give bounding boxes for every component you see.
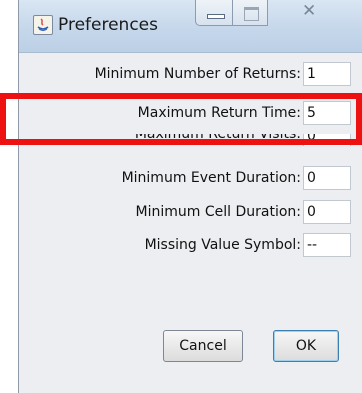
field-label: Minimum Event Duration: (121, 170, 301, 186)
maximize-button[interactable] (232, 0, 268, 26)
field-row-missing-value: Missing Value Symbol: -- (19, 233, 362, 259)
title-bar[interactable]: Preferences ✕ (19, 0, 362, 53)
minimize-button[interactable] (195, 0, 233, 26)
close-button[interactable]: ✕ (267, 0, 362, 26)
preferences-dialog: Preferences ✕ Minimum Number of Returns:… (18, 0, 362, 393)
highlight-annotation-box (0, 93, 362, 145)
maximize-icon (244, 7, 259, 21)
close-icon: ✕ (302, 1, 317, 21)
field-label: Missing Value Symbol: (144, 237, 301, 253)
ok-button[interactable]: OK (273, 330, 339, 362)
missing-value-symbol-input[interactable]: -- (303, 233, 351, 257)
min-returns-input[interactable]: 1 (303, 62, 351, 86)
field-label: Minimum Number of Returns: (94, 66, 301, 82)
field-row-min-event-duration: Minimum Event Duration: 0 (19, 166, 362, 192)
cancel-button[interactable]: Cancel (163, 330, 243, 362)
min-event-duration-input[interactable]: 0 (303, 166, 351, 190)
java-app-icon (33, 15, 53, 35)
field-row-min-returns: Minimum Number of Returns: 1 (19, 62, 362, 88)
field-row-min-cell-duration: Minimum Cell Duration: 0 (19, 200, 362, 226)
minimize-icon (207, 14, 225, 19)
window-controls: ✕ (195, 0, 362, 28)
min-cell-duration-input[interactable]: 0 (303, 200, 351, 224)
field-label: Minimum Cell Duration: (135, 204, 301, 220)
window-title: Preferences (58, 15, 158, 35)
